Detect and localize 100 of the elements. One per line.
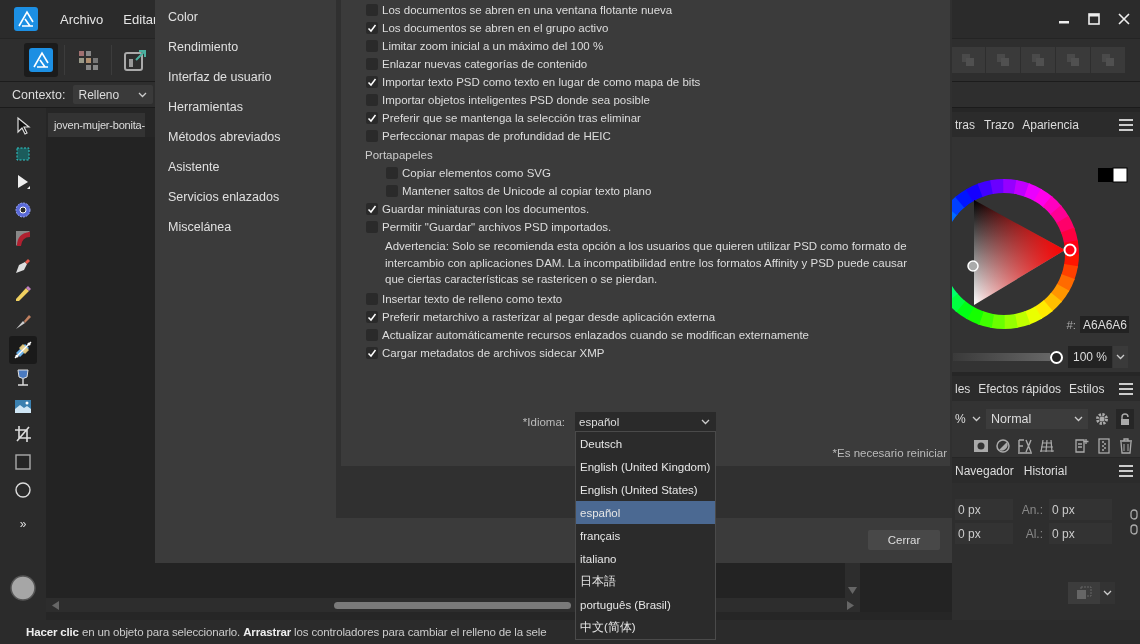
panel-tab[interactable]: Trazo [984,117,1015,132]
checkbox-label: Los documentos se abren en el grupo activo [382,22,609,34]
checkbox-label: Insertar texto de relleno como texto [382,293,563,305]
checkbox-label: Perfeccionar mapas de profundidad de HEIC [382,130,611,142]
check-icon [367,348,377,358]
input-field[interactable]: 0 px [1049,523,1112,544]
category-item[interactable]: Asistente [168,152,336,182]
mask-icon[interactable] [973,438,989,454]
category-item[interactable]: Servicios enlazados [168,182,336,212]
panel-tab[interactable]: les [955,381,971,396]
checkbox-label: Limitar zoom inicial a un máximo del 100 % [382,40,604,52]
dropdown-option[interactable]: Deutsch [576,432,715,455]
persona-logo-icon [29,48,53,72]
checkbox-label: Importar texto PSD como texto en lugar de como mapa de bits [382,76,701,88]
blend-mode-select[interactable]: Normal [986,409,1088,429]
menu-item[interactable]: Editar [123,11,158,27]
add-document-icon[interactable] [1074,438,1090,454]
checkbox[interactable] [366,76,378,88]
checkbox[interactable] [366,347,378,359]
square-icon [13,452,33,472]
ring-icon [13,200,33,220]
opacity-dropdown-button[interactable] [1113,346,1128,368]
panel-tab[interactable]: Historial [1023,463,1068,478]
check-icon [367,204,377,214]
hue-handle[interactable] [1063,243,1077,257]
category-item[interactable]: Rendimiento [168,32,336,62]
input-field[interactable]: 0 px [955,499,1013,520]
category-item[interactable]: Interfaz de usuario [168,62,336,92]
scrollbar-thumb[interactable] [334,601,571,609]
checkbox-label: Los documentos se abren en una ventana flotante nueva [382,4,673,16]
stacked-squares-icon [1076,586,1092,600]
input-field[interactable]: 0 px [955,523,1013,544]
trash-icon[interactable] [1118,438,1134,454]
vertical-scrollbar[interactable] [845,563,860,598]
grid-warp-icon[interactable] [1039,438,1055,454]
category-item[interactable]: Métodos abreviados [168,122,336,152]
persona-button[interactable] [24,43,58,77]
crop-icon [13,424,33,444]
menu-icon[interactable] [1118,381,1134,396]
checkbox-label: Actualizar automáticamente recursos enlazados cuando se modifican externamente [382,329,809,341]
lock-icon[interactable] [1120,413,1130,425]
panel-tab[interactable]: tras [955,117,975,132]
close-button[interactable]: Cerrar [868,530,940,550]
panel-tab[interactable]: Navegador [955,463,1014,478]
check-icon [367,312,377,322]
checkbox-label: Guardar miniaturas con los documentos. [382,203,590,215]
maximize-icon[interactable] [1088,13,1100,25]
shade-handle[interactable] [967,260,979,272]
slider-thumb[interactable] [1050,350,1063,364]
status-text: Hacer clic en un objeto para seleccionarlo. Arrastrar los controladores para cambiar el relleno de la sele [26,626,547,638]
category-item[interactable]: Color [168,2,336,32]
checkbox[interactable] [366,112,378,124]
export-icon [123,48,147,72]
category-item[interactable]: Miscelánea [168,212,336,242]
menu-icon[interactable] [1118,463,1134,478]
restart-note: *Es necesario reiniciar [832,447,947,461]
opacity-value: % [955,412,966,426]
checkbox[interactable] [366,311,378,323]
color-triangle[interactable] [974,200,1065,305]
category-item[interactable]: Herramientas [168,92,336,122]
checkbox-label: Preferir metarchivo a rasterizar al pegar desde aplicación externa [382,311,716,323]
dropdown-option[interactable]: português (Brasil) [576,593,715,616]
chain-link-icon[interactable] [1130,508,1138,535]
half-circle-icon[interactable] [995,438,1011,454]
fx-icon[interactable] [1017,438,1033,454]
opacity-field[interactable]: 100 % [1068,346,1112,368]
dotted-page-icon[interactable] [1096,438,1112,454]
color-well-icon[interactable] [10,575,36,601]
tool-button[interactable] [9,336,37,364]
caret-icon[interactable] [971,416,981,422]
panel-tab[interactable]: Estilos [1069,381,1105,396]
context-select[interactable]: Relleno [72,85,153,104]
caret-icon [137,91,147,98]
context-label: Contexto: [12,87,66,102]
more-tools-button[interactable]: » [19,514,27,534]
document-tab[interactable]: joven-mujer-bonita- [48,113,145,137]
dropdown-option[interactable]: italiano [576,547,715,570]
color-swatch[interactable] [1098,167,1128,183]
dropdown-option[interactable]: English (United States) [576,478,715,501]
scroll-down-arrow-icon [848,587,857,594]
input-field[interactable]: 0 px [1049,499,1112,520]
menu-icon[interactable] [1118,117,1134,132]
dropdown-option[interactable]: 中文(简体) [576,616,715,639]
opacity-slider[interactable] [953,349,1063,365]
dropdown-option[interactable]: español [576,501,715,524]
dropdown-button[interactable] [1100,582,1115,604]
checkbox[interactable] [366,203,378,215]
dropdown-option[interactable]: 日本語 [576,570,715,593]
menu-item[interactable]: Archivo [60,11,104,27]
scroll-right-arrow-icon [847,600,854,610]
hex-field[interactable]: A6A6A6 [1080,316,1129,333]
dropdown-option[interactable]: français [576,524,715,547]
app-logo-icon[interactable] [14,7,38,31]
close-icon[interactable] [1118,13,1130,25]
settings-icon[interactable] [1095,412,1109,426]
checkbox[interactable] [366,22,378,34]
dropdown-option[interactable]: English (United Kingdom) [576,455,715,478]
panel-tab[interactable]: Efectos rápidos [978,381,1062,396]
field-label: Al.: [1025,526,1043,541]
panel-tab[interactable]: Apariencia [1022,117,1079,132]
